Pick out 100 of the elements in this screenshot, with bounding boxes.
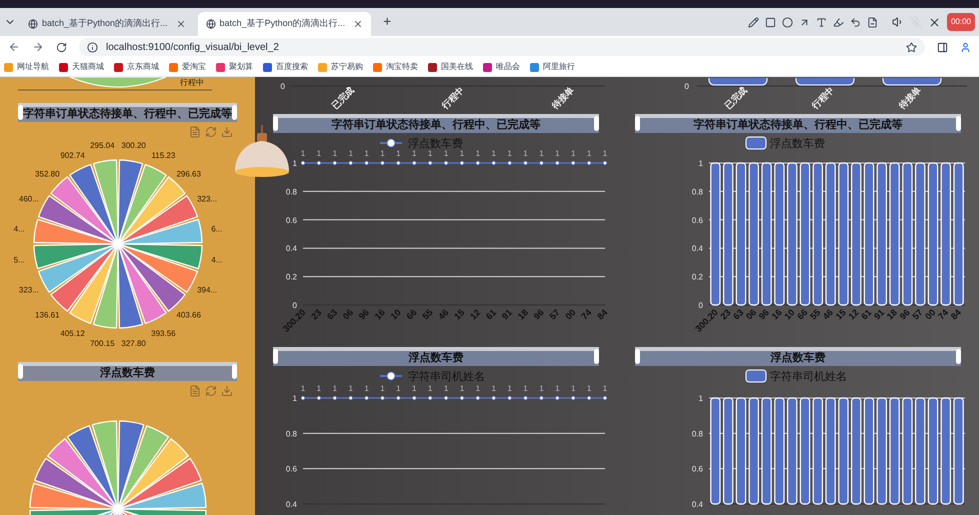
profile-icon[interactable] <box>960 42 971 52</box>
bookmark[interactable]: 唯品会 <box>483 61 520 73</box>
bookmark[interactable]: 聚划算 <box>216 61 253 73</box>
text-icon[interactable] <box>816 16 827 28</box>
slider-handle[interactable] <box>273 116 278 131</box>
x-axis-label: 15 <box>834 307 848 322</box>
recording-timer: 00:00 <box>946 13 975 31</box>
x-axis-label: 18 <box>516 307 530 322</box>
slider-handle[interactable] <box>18 105 23 120</box>
y-tick-label: 0.4 <box>286 500 297 509</box>
data-label: 1 <box>396 149 401 158</box>
bookmark[interactable]: 百度搜索 <box>263 61 308 73</box>
slider-selection[interactable]: 字符串订单状态待接单、行程中、已完成等 <box>635 118 961 133</box>
tab-title: batch_基于Python的滴滴出行... <box>42 17 168 30</box>
new-tab-button[interactable]: + <box>375 11 400 32</box>
pie-label: 4... <box>14 224 25 234</box>
data-label: 1 <box>332 384 338 393</box>
zoom-slider[interactable]: 字符串订单状态待接单、行程中、已完成等 <box>273 114 599 133</box>
bookmark[interactable]: 京东商城 <box>114 61 159 73</box>
close-icon[interactable] <box>353 19 364 29</box>
pencil-icon[interactable] <box>748 16 759 28</box>
x-axis-label: 已完成 <box>722 84 749 111</box>
x-axis-label: 10 <box>782 307 797 322</box>
pie-label: 352.80 <box>35 169 60 178</box>
address-bar[interactable]: localhost:9100/config_visual/bi_level_2 <box>79 38 925 56</box>
arrow-icon[interactable] <box>798 16 810 28</box>
slider-selection[interactable]: 浮点数车费 <box>18 366 237 381</box>
zoom-slider[interactable]: 浮点数车费 <box>18 362 237 381</box>
y-tick-label: 1 <box>698 159 703 168</box>
bookmark[interactable]: 淘宝特卖 <box>373 61 418 73</box>
pie-label: 296.63 <box>176 169 201 178</box>
x-axis-label: 84 <box>595 307 610 322</box>
slider-handle[interactable] <box>18 364 23 379</box>
pie-label: 323... <box>18 285 39 294</box>
data-label: 1 <box>492 384 496 393</box>
bookmark[interactable]: 苏宁易购 <box>318 61 363 73</box>
data-label: 1 <box>476 384 480 393</box>
back-icon[interactable] <box>8 41 20 53</box>
y-tick-label: 0.8 <box>692 187 703 196</box>
x-axis-label: 61 <box>484 307 498 322</box>
x-axis-label: 57 <box>548 307 562 322</box>
y-tick-label: 1 <box>292 394 297 403</box>
close-icon[interactable] <box>176 19 186 29</box>
undo-icon[interactable] <box>850 16 861 28</box>
slider-handle[interactable] <box>635 349 640 364</box>
side-panel-icon[interactable] <box>937 42 948 52</box>
slider-handle[interactable] <box>956 349 961 364</box>
highlighter-icon[interactable] <box>832 16 844 28</box>
pie-label: 460... <box>18 194 39 204</box>
speaker-icon[interactable] <box>892 16 904 28</box>
slider-handle[interactable] <box>273 349 278 364</box>
zoom-slider[interactable]: 浮点数车费 <box>273 347 599 366</box>
chart-title: 字符串订单状态待接单、行程中、已完成等 <box>694 118 902 134</box>
y-tick-label: 0.2 <box>692 272 703 282</box>
y-tick-label: 0 <box>280 82 285 91</box>
x-axis-label: 96 <box>756 307 772 322</box>
bookmark[interactable]: 阿里旅行 <box>530 61 575 73</box>
data-label: 1 <box>364 384 369 393</box>
forward-icon[interactable] <box>32 41 44 53</box>
bookmark[interactable]: 天猫商城 <box>59 61 104 73</box>
rectangle-icon[interactable] <box>764 16 776 28</box>
bookmark[interactable]: 爱淘宝 <box>169 61 206 73</box>
document-icon[interactable] <box>866 16 878 28</box>
pie-label: 4... <box>211 256 222 265</box>
circle-icon[interactable] <box>782 16 793 28</box>
data-label: 1 <box>380 149 385 158</box>
pie-label: 5... <box>14 256 25 265</box>
slider-selection[interactable]: 浮点数车费 <box>273 351 599 366</box>
pie-label: 403.66 <box>176 310 201 320</box>
chart-title: 浮点数车费 <box>100 366 155 382</box>
zoom-slider[interactable]: 字符串订单状态待接单、行程中、已完成等 <box>18 103 237 122</box>
browser-tab[interactable]: batch_基于Python的滴滴出行... <box>198 12 372 36</box>
slider-handle[interactable] <box>594 349 599 364</box>
bookmark[interactable]: 网址导航 <box>4 61 49 73</box>
pie-label: 902.74 <box>60 150 85 160</box>
pie-label: 300.20 <box>121 141 146 150</box>
star-icon[interactable] <box>906 42 917 52</box>
reload-icon[interactable] <box>56 42 67 52</box>
slider-handle[interactable] <box>635 116 640 131</box>
slider-handle[interactable] <box>232 105 237 120</box>
data-label: 1 <box>586 149 592 158</box>
slider-selection[interactable]: 浮点数车费 <box>635 351 961 366</box>
x-axis-label: 已完成 <box>330 84 356 111</box>
chart-title: 浮点数车费 <box>408 350 464 366</box>
close-icon[interactable] <box>928 16 941 28</box>
slider-selection[interactable]: 字符串订单状态待接单、行程中、已完成等 <box>273 118 599 133</box>
bookmark[interactable]: 国美在线 <box>428 61 473 73</box>
x-axis-label: 91 <box>872 307 886 322</box>
data-label: 1 <box>492 149 496 158</box>
y-tick-label: 0.6 <box>692 464 703 474</box>
slider-handle[interactable] <box>232 364 237 379</box>
tab-title: batch_基于Python的滴滴出行... <box>220 17 346 30</box>
slider-handle[interactable] <box>956 116 961 131</box>
slider-handle[interactable] <box>594 116 599 131</box>
pie-label: 323... <box>197 194 218 204</box>
x-axis-label: 57 <box>910 307 925 322</box>
zoom-slider[interactable]: 字符串订单状态待接单、行程中、已完成等 <box>635 114 961 133</box>
data-label: 1 <box>300 384 306 393</box>
zoom-slider[interactable]: 浮点数车费 <box>635 347 961 366</box>
data-label: 1 <box>507 384 512 393</box>
